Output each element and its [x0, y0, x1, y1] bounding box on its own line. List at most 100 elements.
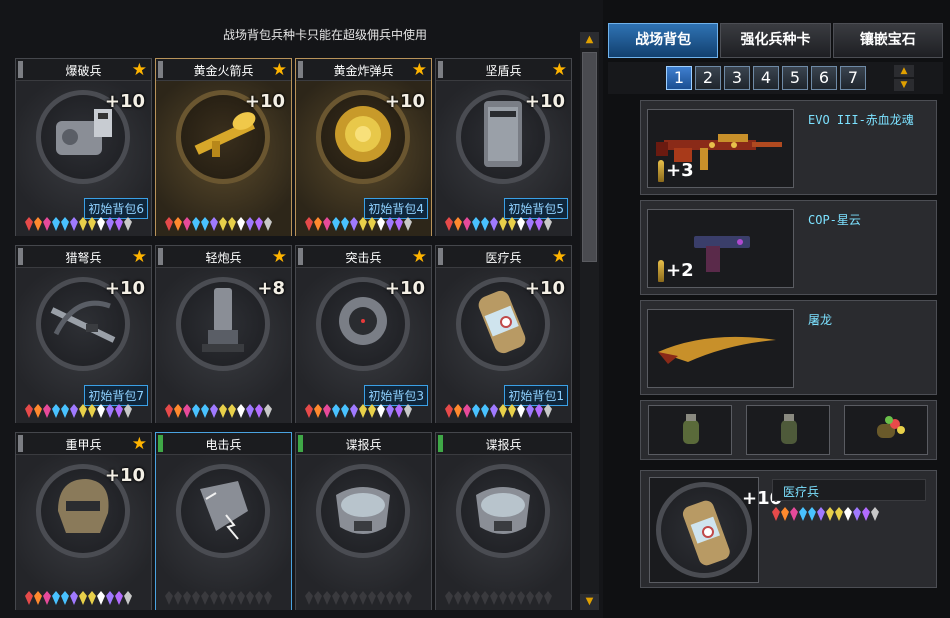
gem-icon [25, 404, 33, 418]
scroll-down-icon[interactable]: ▼ [580, 594, 599, 610]
blade-icon [658, 336, 776, 364]
card-enhance-level: +10 [524, 91, 565, 112]
troop-card-name: 黄金火箭兵 [193, 64, 254, 78]
gem-icon [481, 591, 489, 605]
page-button[interactable]: 4 [753, 66, 779, 90]
throwable-slot-3[interactable] [844, 405, 928, 455]
mortar-icon [202, 288, 244, 352]
troop-card[interactable]: 黄金炸弹兵 ★ +10 初始背包4 [295, 58, 432, 236]
gem-icon [228, 591, 236, 605]
troop-card-header: 医疗兵 ★ [436, 246, 571, 268]
gem-icon [237, 217, 245, 231]
secondary-weapon-slot[interactable]: +2 COP-星云 [640, 200, 937, 295]
page-button[interactable]: 7 [840, 66, 866, 90]
gem-icon [472, 591, 480, 605]
troop-card[interactable]: 突击兵 ★ +10 初始背包3 [295, 245, 432, 423]
melee-weapon-slot[interactable]: 屠龙 [640, 300, 937, 395]
gem-icon [97, 404, 105, 418]
troop-card-body: +10 初始背包5 [436, 81, 571, 236]
troop-card-header: 爆破兵 ★ [16, 59, 151, 81]
gem-icon [183, 591, 191, 605]
gem-icon [445, 404, 453, 418]
card-enhance-level: +10 [384, 91, 425, 112]
troop-card[interactable]: 猎弩兵 ★ +10 初始背包7 [15, 245, 152, 423]
current-troop-slot[interactable]: +10 医疗兵 [640, 470, 937, 588]
card-enhance-level: +10 [104, 91, 145, 112]
scroll-thumb[interactable] [582, 52, 597, 262]
tab-enhance-card[interactable]: 强化兵种卡 [720, 23, 831, 58]
gem-icon [264, 591, 272, 605]
gem-icon [43, 404, 51, 418]
gem-icon [70, 591, 78, 605]
gem-icon [192, 404, 200, 418]
troop-card-name: 突击兵 [345, 251, 382, 265]
troop-card[interactable]: 坚盾兵 ★ +10 初始背包5 [435, 58, 572, 236]
melee-weapon-frame [647, 309, 794, 388]
gem-icon [61, 217, 69, 231]
troop-card-header: 轻炮兵 ★ [156, 246, 291, 268]
troop-frame: +10 [649, 477, 782, 583]
gem-icon [219, 217, 227, 231]
gem-icon [463, 404, 471, 418]
page-up-icon[interactable]: ▲ [894, 65, 914, 77]
troop-card-panel: 战场背包兵种卡只能在超级佣兵中使用 爆破兵 ★ +10 初始背包6 黄金火箭兵 ★ +10 黄… [0, 0, 603, 618]
card-scrollbar[interactable]: ▲ ▼ [580, 32, 599, 610]
scroll-up-icon[interactable]: ▲ [580, 32, 599, 48]
gem-icon [844, 507, 852, 521]
gem-icon [799, 507, 807, 521]
gem-icon [341, 404, 349, 418]
page-button[interactable]: 2 [695, 66, 721, 90]
troop-card-name: 电击兵 [205, 438, 242, 452]
gem-icon [210, 217, 218, 231]
gem-icon [25, 591, 33, 605]
tab-battle-backpack[interactable]: 战场背包 [608, 23, 719, 58]
troop-card-header: 谍报兵 [296, 433, 431, 455]
troop-card[interactable]: 谍报兵 [435, 432, 572, 610]
notice-text: 战场背包兵种卡只能在超级佣兵中使用 [222, 28, 427, 42]
gem-icon [246, 217, 254, 231]
gem-icon [377, 404, 385, 418]
star-icon: ★ [551, 247, 567, 267]
gem-icon [508, 217, 516, 231]
troop-card-header: 突击兵 ★ [296, 246, 431, 268]
gem-icon [246, 404, 254, 418]
throwable-slot-2[interactable] [746, 405, 830, 455]
gem-icon [544, 217, 552, 231]
gem-icon [210, 591, 218, 605]
throwable-slot-1[interactable] [648, 405, 732, 455]
troop-card-name: 爆破兵 [65, 64, 102, 78]
page-down-icon[interactable]: ▼ [894, 79, 914, 91]
gem-icon [404, 404, 412, 418]
page-button[interactable]: 6 [811, 66, 837, 90]
troop-card[interactable]: 电击兵 [155, 432, 292, 610]
page-button[interactable]: 1 [666, 66, 692, 90]
troop-card-body: +10 [16, 455, 151, 610]
gem-icon [368, 217, 376, 231]
gem-icon [124, 591, 132, 605]
page-button[interactable]: 3 [724, 66, 750, 90]
initial-pack-tag: 初始背包3 [364, 385, 428, 406]
troop-card-name: 医疗兵 [485, 251, 522, 265]
gem-icon [377, 217, 385, 231]
page-button[interactable]: 5 [782, 66, 808, 90]
gem-icon [463, 591, 471, 605]
troop-card[interactable]: 黄金火箭兵 ★ +10 [155, 58, 292, 236]
gem-sockets [445, 591, 565, 605]
secondary-weapon-frame: +2 [647, 209, 794, 288]
gem-icon [472, 217, 480, 231]
troop-card[interactable]: 轻炮兵 ★ +8 [155, 245, 292, 423]
troop-card[interactable]: 谍报兵 [295, 432, 432, 610]
troop-card[interactable]: 爆破兵 ★ +10 初始背包6 [15, 58, 152, 236]
troop-card[interactable]: 重甲兵 ★ +10 [15, 432, 152, 610]
tab-inlay-gem[interactable]: 镶嵌宝石 [832, 23, 943, 58]
gem-icon [790, 507, 798, 521]
secondary-weapon-plus: +2 [666, 260, 694, 281]
gem-icon [772, 507, 780, 521]
gem-icon [88, 591, 96, 605]
primary-weapon-slot[interactable]: +3 EVO III-赤血龙魂 [640, 100, 937, 195]
star-icon: ★ [131, 434, 147, 454]
troop-card-name: 坚盾兵 [485, 64, 522, 78]
gem-sockets [445, 217, 565, 231]
gem-icon [350, 404, 358, 418]
troop-card[interactable]: 医疗兵 ★ +10 初始背包1 [435, 245, 572, 423]
